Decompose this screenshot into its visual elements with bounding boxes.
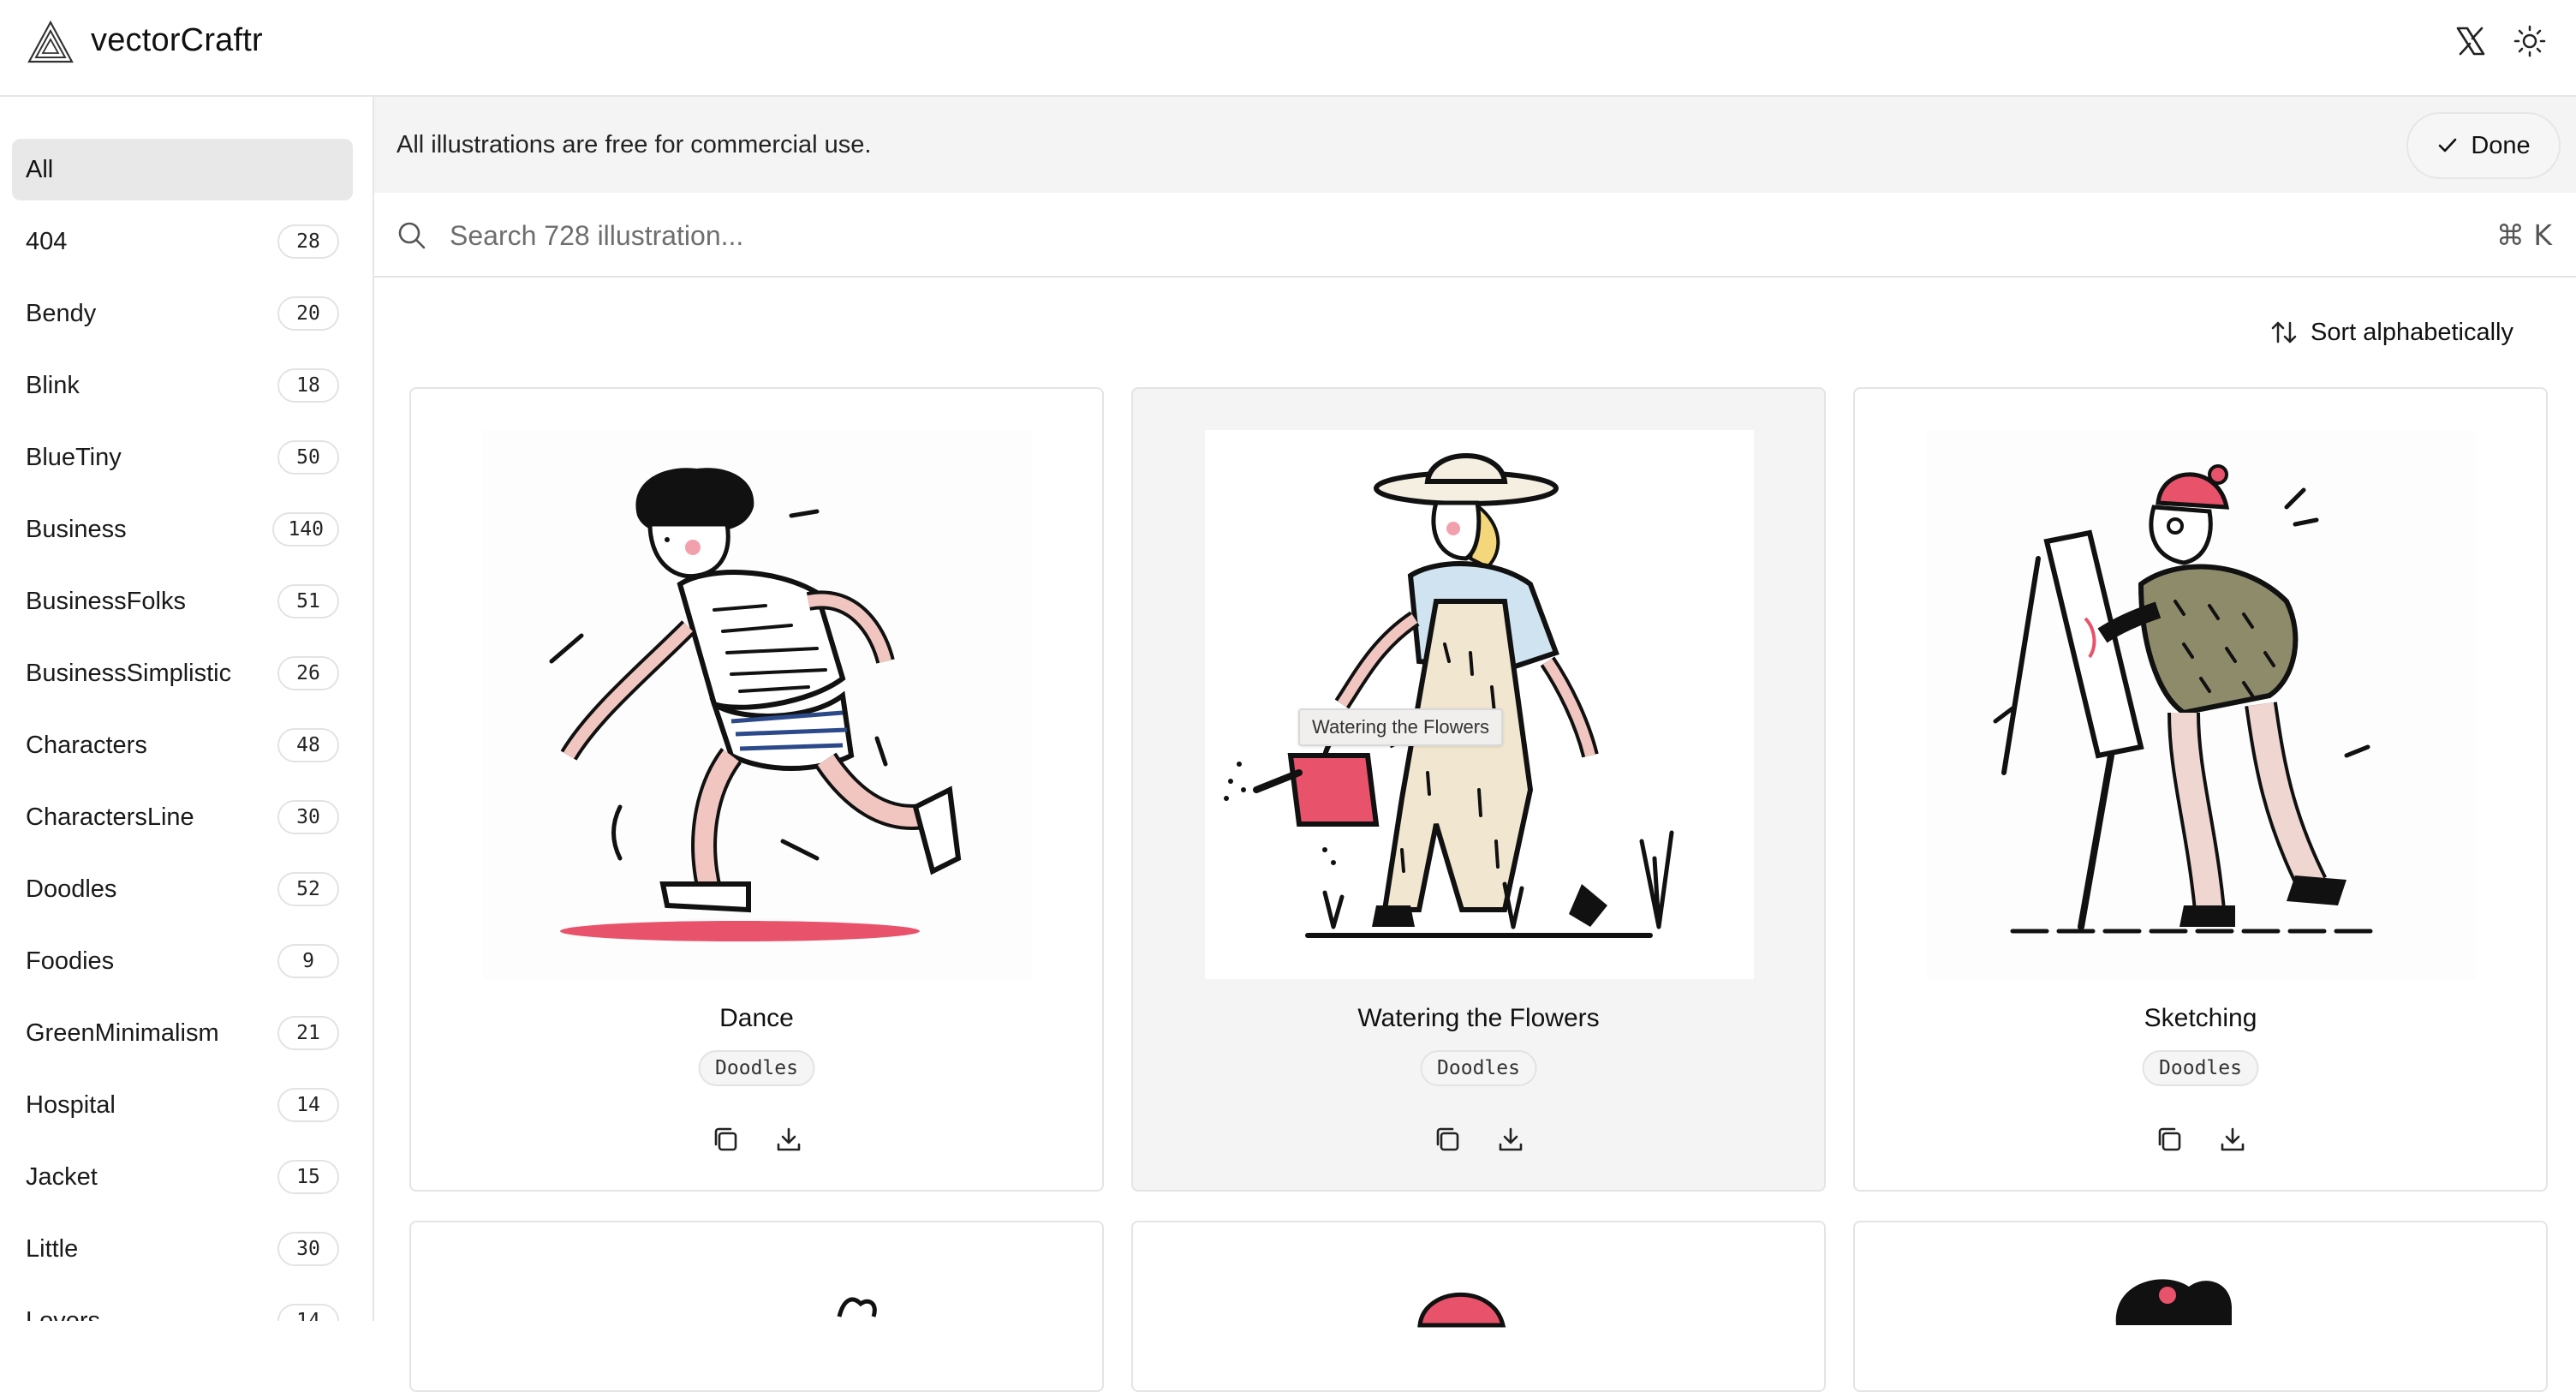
sidebar-item-charactersline[interactable]: CharactersLine 30 [12, 786, 353, 848]
sidebar-item-businesssimplistic[interactable]: BusinessSimplistic 26 [12, 642, 353, 704]
sidebar-item-label: Little [26, 1234, 79, 1263]
card-title: Watering the Flowers [1357, 1004, 1600, 1032]
card-title: Sketching [2144, 1004, 2257, 1032]
illustration-card[interactable] [1131, 1221, 1826, 1392]
sidebar-item-label: BusinessSimplistic [26, 659, 232, 687]
count-badge: 140 [272, 512, 339, 547]
count-badge: 50 [277, 440, 339, 475]
download-icon[interactable] [1495, 1124, 1526, 1155]
sidebar-item-label: Characters [26, 731, 147, 759]
count-badge: 21 [277, 1016, 339, 1050]
x-twitter-icon[interactable] [2454, 24, 2488, 58]
done-button[interactable]: Done [2406, 112, 2561, 179]
sidebar-item-label: GreenMinimalism [26, 1019, 219, 1047]
sidebar-item-bluetiny[interactable]: BlueTiny 50 [12, 427, 353, 488]
search-icon [398, 222, 426, 249]
count-badge: 18 [277, 368, 339, 403]
illustration-card[interactable] [1853, 1221, 2548, 1392]
search-input[interactable] [450, 212, 2334, 260]
sort-label: Sort alphabetically [2311, 318, 2513, 346]
logo-icon[interactable] [26, 19, 75, 65]
sidebar-item-doodles[interactable]: Doodles 52 [12, 858, 353, 920]
sidebar-item-label: Doodles [26, 875, 117, 903]
illustration-card[interactable]: Sketching Doodles [1853, 387, 2548, 1192]
sidebar-item-little[interactable]: Little 30 [12, 1218, 353, 1280]
sort-arrows-icon [2271, 321, 2297, 344]
dance-illustration [483, 430, 1032, 979]
check-icon [2439, 138, 2457, 152]
partial-illustration [2115, 1279, 2232, 1325]
download-icon[interactable] [2217, 1124, 2248, 1155]
count-badge: 20 [277, 296, 339, 331]
sidebar-item-characters[interactable]: Characters 48 [12, 714, 353, 776]
sidebar-item-business[interactable]: Business 140 [12, 499, 353, 560]
sidebar-item-label: Hospital [26, 1090, 116, 1119]
sidebar-item-label: CharactersLine [26, 803, 194, 831]
count-badge: 52 [277, 872, 339, 906]
sidebar-item-label: Bendy [26, 299, 97, 327]
done-label: Done [2471, 131, 2531, 159]
sidebar-item-label: 404 [26, 227, 68, 255]
sidebar-item-label: BlueTiny [26, 443, 122, 471]
sidebar-item-all[interactable]: All [12, 139, 353, 200]
illustration-card[interactable]: Watering the Flowers Doodles [1131, 387, 1826, 1192]
sidebar-item-label: Blink [26, 371, 80, 399]
sidebar-item-404[interactable]: 404 28 [12, 211, 353, 272]
count-badge: 14 [277, 1088, 339, 1122]
copy-icon[interactable] [2154, 1124, 2185, 1155]
sidebar-item-label: BusinessFolks [26, 587, 186, 615]
copy-icon[interactable] [710, 1124, 741, 1155]
sidebar-item-foodies[interactable]: Foodies 9 [12, 930, 353, 992]
copy-icon[interactable] [1432, 1124, 1463, 1155]
sidebar-item-greenminimalism[interactable]: GreenMinimalism 21 [12, 1002, 353, 1064]
count-badge: 28 [277, 224, 339, 259]
count-badge: 51 [277, 584, 339, 618]
count-badge: 9 [277, 944, 339, 978]
sidebar-item-bendy[interactable]: Bendy 20 [12, 283, 353, 344]
card-title: Dance [719, 1004, 794, 1032]
keyboard-shortcut-hint: ⌘ K [2496, 218, 2552, 252]
brand-name[interactable]: vectorCraftr [91, 22, 263, 59]
sidebar-item-jacket[interactable]: Jacket 15 [12, 1146, 353, 1208]
sidebar-item-label: All [26, 155, 54, 183]
card-actions [2154, 1124, 2248, 1155]
sidebar-item-blink[interactable]: Blink 18 [12, 355, 353, 416]
sidebar-item-lovers[interactable]: Lovers 14 [12, 1290, 353, 1321]
sketching-illustration [1927, 430, 2476, 979]
sidebar-item-businessfolks[interactable]: BusinessFolks 51 [12, 571, 353, 632]
count-badge: 48 [277, 728, 339, 762]
sidebar-item-label: Lovers [26, 1306, 101, 1322]
sort-button[interactable]: Sort alphabetically [2269, 312, 2513, 353]
title-tooltip: Watering the Flowers [1298, 708, 1504, 746]
license-notice: All illustrations are free for commercia… [374, 97, 2576, 193]
illustration-card[interactable] [409, 1221, 1104, 1392]
card-actions [1432, 1124, 1526, 1155]
category-tag[interactable]: Doodles [698, 1050, 815, 1086]
count-badge: 14 [277, 1304, 339, 1321]
category-tag[interactable]: Doodles [2142, 1050, 2259, 1086]
category-sidebar: All 404 28 Bendy 20 Blink 18 BlueTiny 50… [0, 97, 374, 1321]
notice-text: All illustrations are free for commercia… [397, 131, 872, 158]
category-tag[interactable]: Doodles [1420, 1050, 1537, 1086]
count-badge: 30 [277, 1232, 339, 1266]
sidebar-item-hospital[interactable]: Hospital 14 [12, 1074, 353, 1136]
sidebar-item-label: Business [26, 515, 127, 543]
sidebar-item-label: Jacket [26, 1162, 98, 1191]
top-bar: vectorCraftr [0, 0, 2576, 97]
search-bar: ⌘ K [374, 193, 2576, 278]
sidebar-item-label: Foodies [26, 947, 115, 975]
count-badge: 26 [277, 656, 339, 690]
watering-flowers-illustration [1205, 430, 1754, 979]
download-icon[interactable] [773, 1124, 804, 1155]
count-badge: 30 [277, 800, 339, 834]
theme-toggle-icon[interactable] [2513, 24, 2547, 58]
partial-illustration [1417, 1292, 1506, 1328]
card-actions [710, 1124, 804, 1155]
illustration-card[interactable]: Dance Doodles [409, 387, 1104, 1192]
count-badge: 15 [277, 1160, 339, 1194]
partial-illustration [837, 1297, 877, 1317]
